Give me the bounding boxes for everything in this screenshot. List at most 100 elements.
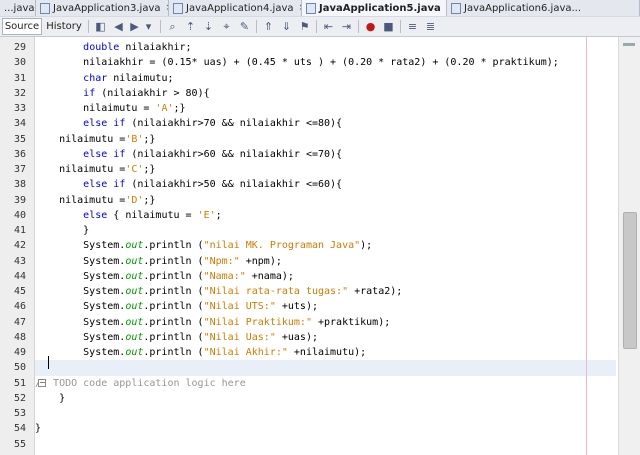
java-file-icon [306, 2, 316, 14]
code-line[interactable]: // TODO code application logic here [35, 376, 616, 391]
stop-macro-icon[interactable]: ■ [382, 20, 395, 33]
highlight-icon[interactable]: ✎ [238, 20, 251, 33]
tab-label: JavaApplication3.java [53, 2, 161, 14]
shift-right-icon[interactable]: ⇥ [340, 20, 353, 33]
code-line[interactable]: nilaimutu ='C';} [35, 162, 616, 177]
dropdown-icon[interactable]: ▾ [142, 20, 155, 33]
code-line[interactable]: double nilaiakhir; [35, 40, 616, 55]
toolbar-separator [256, 20, 257, 33]
search-icon[interactable]: ⌕ [166, 20, 179, 33]
line-number: 44 [13, 270, 26, 282]
toolbar-separator [400, 20, 401, 33]
line-number: 43 [13, 255, 26, 267]
previous-bookmark-icon[interactable]: ⇑ [262, 20, 275, 33]
tab-javaapplication5[interactable]: JavaApplication5.java × [302, 0, 447, 16]
code-line[interactable] [35, 437, 616, 452]
code-line[interactable]: System.out.println ("Nilai Uas:" +uas); [35, 330, 616, 345]
line-number: 47 [13, 316, 26, 328]
code-line[interactable]: else if (nilaiakhir>70 && nilaiakhir <=8… [35, 116, 616, 131]
code-line[interactable] [35, 406, 616, 421]
line-number: 42 [13, 240, 26, 252]
line-number: 38 [13, 179, 26, 191]
toggle-bookmark-icon[interactable]: ⚑ [298, 20, 311, 33]
fold-marker-icon[interactable]: − [38, 378, 46, 387]
find-next-icon[interactable]: ⇣ [202, 20, 215, 33]
code-line[interactable]: nilaimutu ='B';} [35, 132, 616, 147]
line-number: 33 [13, 103, 26, 114]
line-number: 46 [13, 301, 26, 313]
tab-label: JavaApplication4.java [186, 2, 294, 14]
find-previous-icon[interactable]: ⇡ [184, 20, 197, 33]
scroll-thumb[interactable] [623, 212, 637, 349]
line-number: 40 [13, 209, 26, 221]
line-number: 50 [13, 362, 26, 374]
line-number: 31 [13, 72, 26, 84]
uncomment-icon[interactable]: ≣ [424, 20, 437, 33]
history-button[interactable]: History [44, 18, 84, 35]
right-margin-guide [586, 37, 587, 455]
code-editor[interactable]: double nilaiakhir; nilaiakhir = (0.15* u… [35, 37, 616, 455]
code-line[interactable]: else if (nilaiakhir>60 && nilaiakhir <=7… [35, 147, 616, 162]
line-number: 41 [13, 225, 26, 236]
back-icon[interactable]: ◀ [112, 20, 125, 33]
next-bookmark-icon[interactable]: ⇓ [280, 20, 293, 33]
toolbar-separator [88, 20, 89, 33]
code-line[interactable]: System.out.println ("Npm:" +npm); [35, 254, 616, 269]
vertical-scrollbar[interactable] [618, 37, 640, 455]
code-line[interactable]: System.out.println ("Nama:" +nama); [35, 269, 616, 284]
line-number: 48 [13, 331, 26, 343]
line-number: 34 [13, 118, 26, 130]
editor-tab-bar: ...java JavaApplication3.java × JavaAppl… [0, 0, 640, 18]
line-number: 30 [13, 57, 26, 69]
java-file-icon [40, 2, 50, 14]
tab-javaapplication3[interactable]: JavaApplication3.java × [36, 0, 169, 16]
shift-left-icon[interactable]: ⇤ [322, 20, 335, 33]
code-line[interactable]: } [35, 421, 616, 436]
line-number: 29 [13, 42, 26, 53]
code-line[interactable]: } [35, 391, 616, 406]
source-button[interactable]: Source [2, 18, 42, 35]
code-line[interactable]: System.out.println ("nilai MK. Programan… [35, 238, 616, 253]
line-number: 37 [13, 164, 26, 175]
toolbar-separator [160, 20, 161, 33]
line-number-gutter: 29 30 31 32 33 34 35 36 37 38 39 40 41 42 43 44 45 46 47 48… [0, 37, 35, 455]
tab-overflow[interactable]: ...java [0, 0, 36, 16]
tab-label: JavaApplication6.java... [464, 2, 582, 14]
text-caret [48, 356, 49, 369]
code-line[interactable]: System.out.println ("Nilai Akhir:" +nila… [35, 345, 616, 360]
java-file-icon [451, 2, 461, 14]
find-selection-icon[interactable]: ⌖ [220, 20, 233, 33]
code-line[interactable]: } [35, 223, 616, 238]
code-line[interactable]: char nilaimutu; [35, 71, 616, 86]
tab-javaapplication6[interactable]: JavaApplication6.java... [447, 0, 640, 16]
code-line[interactable]: if (nilaiakhir > 80){ [35, 86, 616, 101]
java-file-icon [173, 2, 183, 14]
toolbar-separator [316, 20, 317, 33]
line-number: 35 [13, 133, 26, 145]
code-line[interactable]: System.out.println ("Nilai UTS:" +uts); [35, 299, 616, 314]
code-line[interactable]: else { nilaimutu = 'E'; [35, 208, 616, 223]
tab-label: JavaApplication5.java [319, 2, 441, 14]
code-line[interactable]: nilaimutu = 'A';} [35, 101, 616, 116]
code-line[interactable]: nilaiakhir = (0.15* uas) + (0.45 * uts )… [35, 55, 616, 70]
editor-toolbar: Source History ◧ ◀ ▶ ▾ ⌕ ⇡ ⇣ ⌖ ✎ ⇑ ⇓ ⚑ ⇤… [0, 17, 640, 37]
line-number: 32 [13, 87, 26, 99]
line-number: 39 [13, 194, 26, 206]
comment-icon[interactable]: ≡ [406, 20, 419, 33]
code-line[interactable]: nilaimutu ='D';} [35, 193, 616, 208]
code-line[interactable]: System.out.println ("Nilai rata-rata tug… [35, 284, 616, 299]
line-number: 49 [13, 347, 26, 358]
start-macro-icon[interactable]: ● [364, 20, 377, 33]
code-line[interactable]: else if (nilaiakhir>50 && nilaiakhir <=6… [35, 177, 616, 192]
line-number: 55 [13, 438, 26, 450]
scroll-marker [623, 43, 635, 46]
toolbar-separator [358, 20, 359, 33]
tab-label: ...java [4, 2, 35, 14]
code-line[interactable]: System.out.println ("Nilai Praktikum:" +… [35, 315, 616, 330]
last-edit-icon[interactable]: ◧ [94, 20, 107, 33]
current-code-line[interactable] [35, 360, 616, 376]
tab-javaapplication4[interactable]: JavaApplication4.java × [169, 0, 302, 16]
line-number: 52 [13, 392, 26, 404]
line-number: 54 [13, 423, 26, 435]
forward-icon[interactable]: ▶ [128, 20, 141, 33]
